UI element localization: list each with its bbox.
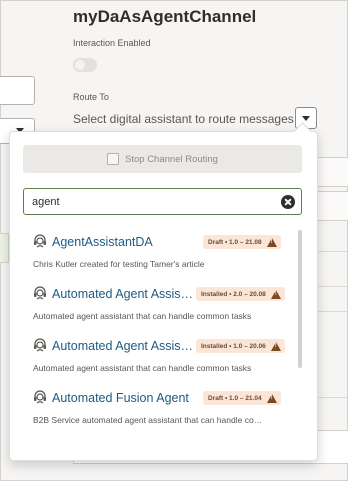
list-item[interactable]: Automated Fusion Agent … Draft • 1.0 – 2…: [23, 383, 295, 433]
assistant-headset-icon: [34, 286, 46, 300]
assistant-description: Automated agent assistant that can handl…: [33, 311, 252, 321]
status-badge: Draft • 1.0 – 21.08: [203, 235, 281, 249]
clear-search-icon[interactable]: [281, 195, 295, 209]
list-scrollbar[interactable]: [298, 230, 302, 368]
assistant-headset-icon: [34, 338, 46, 352]
stop-channel-routing-button[interactable]: Stop Channel Routing: [23, 145, 302, 173]
stop-channel-routing-label: Stop Channel Routing: [125, 153, 218, 165]
badge-text: Installed • 2.0 – 20.08: [201, 290, 266, 298]
warning-triangle-icon: [266, 393, 277, 403]
assistant-select-popup: Stop Channel Routing agent AgentAssistan…: [9, 131, 318, 461]
list-item[interactable]: AgentAssistantDA Draft • 1.0 – 21.08 Chr…: [23, 227, 295, 277]
assistant-name: Automated Agent Assis…: [52, 287, 194, 301]
status-badge: Installed • 1.0 – 20.06: [196, 339, 285, 353]
warning-triangle-icon: [270, 341, 281, 351]
assistant-headset-icon: [34, 390, 46, 404]
badge-text: Draft • 1.0 – 21.04: [208, 394, 262, 402]
assistant-list: AgentAssistantDA Draft • 1.0 – 21.08 Chr…: [23, 227, 295, 459]
assistant-name: Automated Agent Assis…: [52, 339, 194, 353]
interaction-enabled-toggle[interactable]: [73, 58, 97, 72]
page-title: myDaAsAgentChannel: [73, 7, 257, 26]
list-item[interactable]: Automated Agent Assis… Installed • 1.0 –…: [23, 331, 295, 381]
search-value: agent: [32, 196, 60, 208]
assistant-description: Chris Kutler created for testing Tamer's…: [33, 259, 205, 269]
assistant-search-input[interactable]: agent: [23, 188, 302, 215]
assistant-description: Automated agent assistant that can handl…: [33, 363, 252, 373]
assistant-name: AgentAssistantDA: [52, 235, 153, 249]
route-to-placeholder: Select digital assistant to route messag…: [73, 112, 308, 126]
warning-triangle-icon: [270, 289, 281, 299]
list-item[interactable]: Automated Agent Assis… Installed • 2.0 –…: [23, 279, 295, 329]
checkbox-icon: [107, 153, 120, 165]
assistant-headset-icon: [34, 234, 46, 248]
warning-triangle-icon: [266, 237, 277, 247]
status-badge: Draft • 1.0 – 21.04: [203, 391, 281, 405]
assistant-description: B2B Service automated agent assistant th…: [33, 415, 263, 425]
interaction-enabled-label: Interaction Enabled: [73, 38, 151, 48]
assistant-name: Automated Fusion Agent …: [52, 391, 194, 405]
route-to-label: Route To: [73, 92, 109, 102]
background-input: [0, 76, 35, 105]
status-badge: Installed • 2.0 – 20.08: [196, 287, 285, 301]
badge-text: Installed • 1.0 – 20.06: [201, 342, 266, 350]
badge-text: Draft • 1.0 – 21.08: [208, 238, 262, 246]
background-row-marker: [0, 233, 9, 263]
